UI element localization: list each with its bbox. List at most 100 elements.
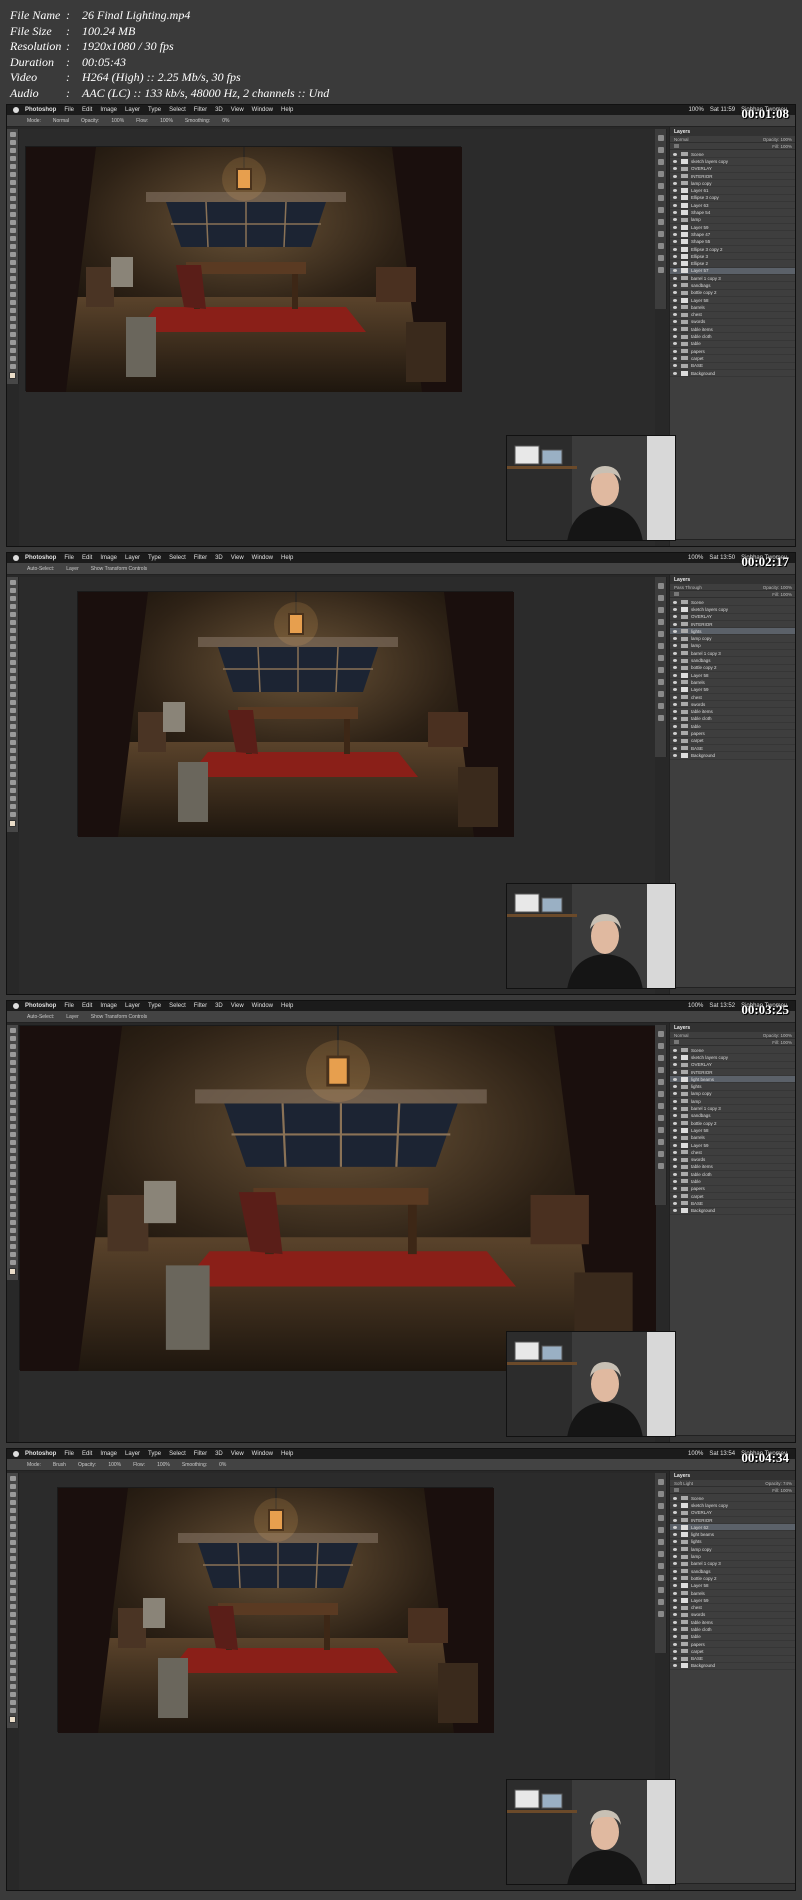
- foreground-color-swatch[interactable]: [9, 1268, 16, 1275]
- tool-icon[interactable]: [9, 1524, 16, 1529]
- layer-row[interactable]: INTERIOR: [670, 173, 795, 181]
- visibility-eye-icon[interactable]: [673, 298, 677, 302]
- visibility-eye-icon[interactable]: [673, 225, 677, 229]
- options-field[interactable]: 100%: [108, 1462, 121, 1468]
- layer-row[interactable]: table cloth: [670, 1626, 795, 1634]
- layer-row[interactable]: bottle copy 2: [670, 1575, 795, 1583]
- panel-icon[interactable]: [657, 583, 664, 589]
- menu-layer[interactable]: Layer: [125, 1451, 140, 1457]
- options-field[interactable]: Flow:: [133, 1462, 145, 1468]
- tool-icon[interactable]: [9, 188, 16, 193]
- visibility-eye-icon[interactable]: [673, 1525, 677, 1529]
- blend-mode-select[interactable]: Normal: [674, 1033, 689, 1038]
- visibility-eye-icon[interactable]: [673, 1627, 677, 1631]
- menu-file[interactable]: File: [64, 1003, 74, 1009]
- tool-icon[interactable]: [9, 1220, 16, 1225]
- visibility-eye-icon[interactable]: [673, 247, 677, 251]
- layer-row[interactable]: carpet: [670, 1648, 795, 1656]
- foreground-color-swatch[interactable]: [9, 372, 16, 379]
- visibility-eye-icon[interactable]: [673, 167, 677, 171]
- layer-row[interactable]: Layer 63: [670, 202, 795, 210]
- visibility-eye-icon[interactable]: [673, 276, 677, 280]
- menu-window[interactable]: Window: [252, 107, 273, 113]
- tool-icon[interactable]: [9, 164, 16, 169]
- visibility-eye-icon[interactable]: [673, 1209, 677, 1213]
- visibility-eye-icon[interactable]: [673, 1562, 677, 1566]
- panel-icon[interactable]: [657, 171, 664, 177]
- menu-window[interactable]: Window: [252, 555, 273, 561]
- tool-icon[interactable]: [9, 316, 16, 321]
- tool-icon[interactable]: [9, 660, 16, 665]
- panel-icon[interactable]: [657, 1031, 664, 1037]
- layer-row[interactable]: barrel 1 copy 3: [670, 275, 795, 283]
- visibility-eye-icon[interactable]: [673, 1606, 677, 1610]
- tool-icon[interactable]: [9, 292, 16, 297]
- visibility-eye-icon[interactable]: [673, 1136, 677, 1140]
- menu-file[interactable]: File: [64, 107, 74, 113]
- tool-icon[interactable]: [9, 1476, 16, 1481]
- menu-3d[interactable]: 3D: [215, 1003, 223, 1009]
- layer-row[interactable]: Background: [670, 752, 795, 760]
- layer-row[interactable]: Layer 59: [670, 1142, 795, 1150]
- layer-row[interactable]: chest: [670, 312, 795, 319]
- layer-row[interactable]: Ellipse 3: [670, 253, 795, 261]
- panel-icon[interactable]: [657, 1503, 664, 1509]
- options-field[interactable]: Show Transform Controls: [91, 566, 147, 572]
- visibility-eye-icon[interactable]: [673, 695, 677, 699]
- layer-row[interactable]: table items: [670, 708, 795, 716]
- tool-icon[interactable]: [9, 1556, 16, 1561]
- layer-row[interactable]: barrel 1 copy 3: [670, 1105, 795, 1113]
- tool-icon[interactable]: [9, 812, 16, 817]
- panel-icon[interactable]: [657, 715, 664, 721]
- tool-icon[interactable]: [9, 796, 16, 801]
- layer-row[interactable]: chest: [670, 694, 795, 702]
- visibility-eye-icon[interactable]: [673, 1143, 677, 1147]
- tool-icon[interactable]: [9, 260, 16, 265]
- tool-icon[interactable]: [9, 1548, 16, 1553]
- layer-row[interactable]: sketch layers copy: [670, 1054, 795, 1062]
- panel-icon[interactable]: [657, 1151, 664, 1157]
- tool-icon[interactable]: [9, 364, 16, 369]
- panel-icon[interactable]: [657, 1551, 664, 1557]
- visibility-eye-icon[interactable]: [673, 739, 677, 743]
- tool-icon[interactable]: [9, 708, 16, 713]
- tool-icon[interactable]: [9, 252, 16, 257]
- tool-icon[interactable]: [9, 1180, 16, 1185]
- tool-icon[interactable]: [9, 1076, 16, 1081]
- layer-row[interactable]: BASE: [670, 363, 795, 370]
- visibility-eye-icon[interactable]: [673, 211, 677, 215]
- layer-row[interactable]: Background: [670, 1208, 795, 1215]
- visibility-eye-icon[interactable]: [673, 371, 677, 375]
- tool-icon[interactable]: [9, 1188, 16, 1193]
- visibility-eye-icon[interactable]: [673, 1150, 677, 1154]
- panel-icon[interactable]: [657, 1067, 664, 1073]
- layer-row[interactable]: lamp copy: [670, 635, 795, 643]
- menu-type[interactable]: Type: [148, 555, 161, 561]
- tool-icon[interactable]: [9, 1084, 16, 1089]
- layers-panel-title[interactable]: Layers: [670, 127, 795, 136]
- menu-type[interactable]: Type: [148, 1451, 161, 1457]
- visibility-eye-icon[interactable]: [673, 152, 677, 156]
- menu-image[interactable]: Image: [100, 1451, 117, 1457]
- tool-icon[interactable]: [9, 148, 16, 153]
- lock-icon[interactable]: [674, 1488, 679, 1492]
- layer-row[interactable]: table: [670, 723, 795, 731]
- visibility-eye-icon[interactable]: [673, 666, 677, 670]
- layer-row[interactable]: Background: [670, 370, 795, 378]
- artwork[interactable]: [19, 1025, 656, 1371]
- layer-row[interactable]: BASE: [670, 1200, 795, 1208]
- tool-icon[interactable]: [9, 1596, 16, 1601]
- tool-icon[interactable]: [9, 1196, 16, 1201]
- menu-filter[interactable]: Filter: [194, 107, 207, 113]
- tool-icon[interactable]: [9, 700, 16, 705]
- menu-file[interactable]: File: [64, 555, 74, 561]
- layer-row[interactable]: lamp: [670, 643, 795, 651]
- visibility-eye-icon[interactable]: [673, 724, 677, 728]
- panel-icon[interactable]: [657, 703, 664, 709]
- lock-icon[interactable]: [674, 144, 679, 148]
- visibility-eye-icon[interactable]: [673, 1555, 677, 1559]
- menu-image[interactable]: Image: [100, 1003, 117, 1009]
- tool-icon[interactable]: [9, 340, 16, 345]
- menu-edit[interactable]: Edit: [82, 1003, 92, 1009]
- options-field[interactable]: Opacity:: [78, 1462, 96, 1468]
